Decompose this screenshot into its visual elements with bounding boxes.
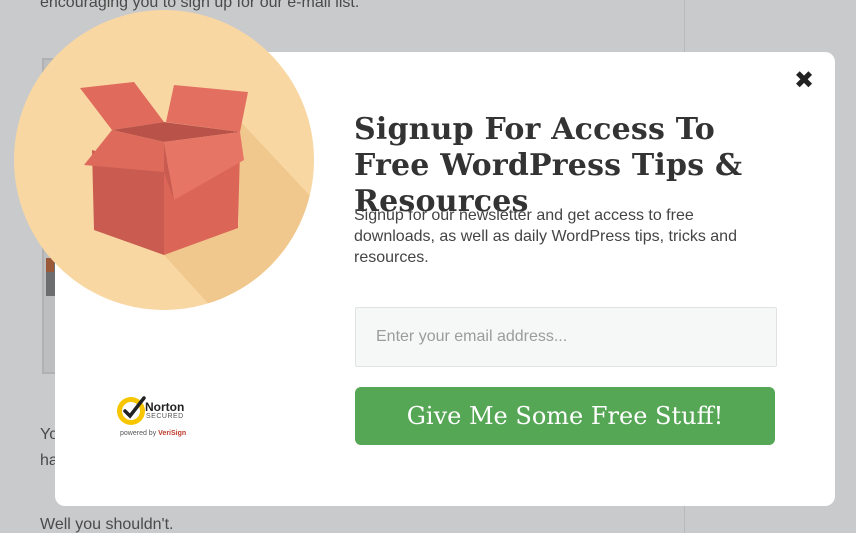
background-bottom-text: Well you shouldn't. xyxy=(40,516,174,533)
close-button[interactable]: ✖ xyxy=(793,66,815,94)
box-illustration xyxy=(14,10,314,310)
norton-brand: Norton xyxy=(145,400,185,414)
background-top-text: encouraging you to sign up for our e-mai… xyxy=(40,0,360,11)
submit-button[interactable]: Give Me Some Free Stuff! xyxy=(355,387,775,445)
box-icon xyxy=(80,82,314,310)
norton-check-icon xyxy=(117,396,146,425)
norton-secured-badge: Norton SECURED powered by VeriSign xyxy=(112,392,204,440)
page: encouraging you to sign up for our e-mai… xyxy=(0,0,856,533)
modal-subtext: Signup for our newsletter and get access… xyxy=(354,207,737,266)
norton-powered-by: powered by VeriSign xyxy=(120,430,187,437)
email-input[interactable] xyxy=(355,307,777,367)
norton-secured-label: SECURED xyxy=(146,413,184,420)
modal-headline: Signup For Access To Free WordPress Tips… xyxy=(354,112,743,219)
close-icon: ✖ xyxy=(793,66,815,94)
